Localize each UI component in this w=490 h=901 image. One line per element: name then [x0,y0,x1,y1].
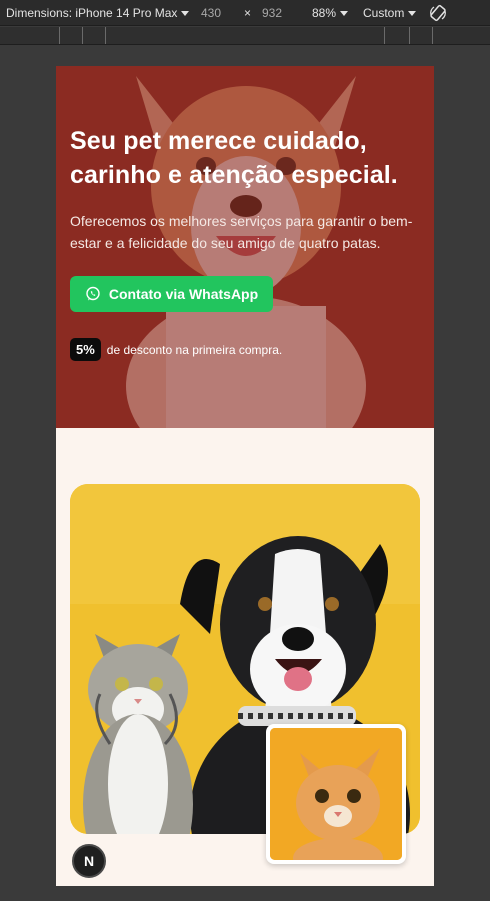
chevron-down-icon [340,11,349,17]
chevron-down-icon [408,11,417,17]
hero-content: Seu pet merece cuidado, carinho e atençã… [70,124,422,361]
dev-indicator-button[interactable]: N [72,844,106,878]
whatsapp-contact-button[interactable]: Contato via WhatsApp [70,276,273,312]
orange-cat-image [270,728,402,860]
throttle-label: Custom [363,6,405,20]
height-input[interactable]: 932 [262,6,282,20]
hero-title: Seu pet merece cuidado, carinho e atençã… [70,127,398,189]
device-label: Dimensions: iPhone 14 Pro Max [6,6,178,20]
zoom-select[interactable]: 88% [312,6,349,20]
discount-badge: 5% [70,338,101,361]
times-sign: × [244,6,252,20]
device-select[interactable]: Dimensions: iPhone 14 Pro Max [6,6,190,20]
zoom-label: 88% [312,6,337,20]
whatsapp-icon [86,286,100,301]
width-input[interactable]: 430 [201,6,221,20]
chevron-down-icon [181,11,190,17]
discount-text: de desconto na primeira compra. [106,342,283,357]
whatsapp-button-label: Contato via WhatsApp [108,286,259,302]
media-query-ruler [0,27,490,45]
hero-section: Seu pet merece cuidado, carinho e atençã… [56,66,434,428]
hero-subtitle: Oferecemos os melhores serviços para gar… [70,213,413,251]
throttle-select[interactable]: Custom [363,6,417,20]
discount-note: 5% de desconto na primeira compra. [70,338,422,361]
page-viewport: Seu pet merece cuidado, carinho e atençã… [56,66,434,886]
devtools-toolbar: Dimensions: iPhone 14 Pro Max 430 × 932 … [0,0,490,26]
cat-thumbnail-card [266,724,406,864]
rotate-icon[interactable] [428,3,448,26]
